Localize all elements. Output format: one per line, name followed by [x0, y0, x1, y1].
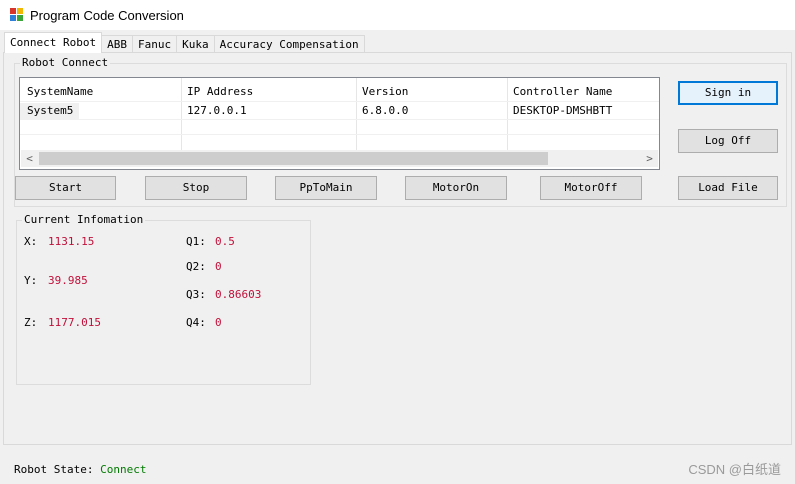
- z-label: Z:: [24, 316, 38, 329]
- cell-ip-address: 127.0.0.1: [187, 104, 247, 117]
- tab-abb[interactable]: ABB: [101, 35, 133, 53]
- q4-label: Q4:: [186, 316, 206, 329]
- cell-system-name: System5: [20, 103, 80, 119]
- robot-list[interactable]: SystemName IP Address Version Controller…: [19, 77, 660, 170]
- q4-value: 0: [215, 316, 222, 329]
- x-value: 1131.15: [48, 235, 95, 248]
- col-controller-name[interactable]: Controller Name: [506, 82, 612, 101]
- q3-value: 0.86603: [215, 288, 262, 301]
- col-system-name[interactable]: SystemName: [20, 82, 93, 101]
- window-title: Program Code Conversion: [30, 7, 184, 23]
- app-icon: [10, 8, 24, 22]
- row-divider: [20, 101, 659, 102]
- sign-in-button[interactable]: Sign in: [678, 81, 778, 105]
- cell-version: 6.8.0.0: [362, 104, 409, 117]
- tab-accuracy-compensation[interactable]: Accuracy Compensation: [213, 35, 365, 53]
- horizontal-scrollbar[interactable]: < >: [21, 150, 658, 167]
- col-ip-address[interactable]: IP Address: [180, 82, 253, 101]
- scroll-left-icon[interactable]: <: [21, 150, 38, 167]
- tab-connect-robot[interactable]: Connect Robot: [4, 32, 103, 53]
- scroll-thumb[interactable]: [39, 152, 548, 165]
- row-divider: [20, 134, 659, 135]
- status-bar: Robot State: Connect: [14, 463, 146, 477]
- col-version[interactable]: Version: [355, 82, 408, 101]
- tab-strip: Connect Robot ABB Fanuc Kuka Accuracy Co…: [4, 32, 365, 53]
- q1-value: 0.5: [215, 235, 235, 248]
- tab-kuka[interactable]: Kuka: [176, 35, 215, 53]
- title-bar: Program Code Conversion: [0, 0, 795, 30]
- scroll-right-icon[interactable]: >: [641, 150, 658, 167]
- q2-value: 0: [215, 260, 222, 273]
- cell-controller-name: DESKTOP-DMSHBTT: [513, 104, 613, 117]
- current-info-title: Current Infomation: [22, 213, 146, 227]
- q1-label: Q1:: [186, 235, 206, 248]
- q2-label: Q2:: [186, 260, 206, 273]
- stop-button[interactable]: Stop: [145, 176, 247, 200]
- y-label: Y:: [24, 274, 38, 287]
- row-divider: [20, 119, 659, 120]
- watermark: CSDN @白纸道: [688, 462, 781, 477]
- motor-on-button[interactable]: MotorOn: [405, 176, 507, 200]
- robot-list-header: SystemName IP Address Version Controller…: [20, 82, 659, 101]
- robot-state-label: Robot State:: [14, 463, 94, 476]
- start-button[interactable]: Start: [15, 176, 116, 200]
- robot-state-value: Connect: [100, 463, 147, 476]
- table-row[interactable]: System5 127.0.0.1 6.8.0.0 DESKTOP-DMSHBT…: [20, 103, 659, 120]
- z-value: 1177.015: [48, 316, 101, 329]
- load-file-button[interactable]: Load File: [678, 176, 778, 200]
- motor-off-button[interactable]: MotorOff: [540, 176, 642, 200]
- q3-label: Q3:: [186, 288, 206, 301]
- pp-to-main-button[interactable]: PpToMain: [275, 176, 377, 200]
- robot-connect-title: Robot Connect: [20, 56, 111, 70]
- y-value: 39.985: [48, 274, 88, 287]
- x-label: X:: [24, 235, 38, 248]
- log-off-button[interactable]: Log Off: [678, 129, 778, 153]
- tab-fanuc[interactable]: Fanuc: [131, 35, 178, 53]
